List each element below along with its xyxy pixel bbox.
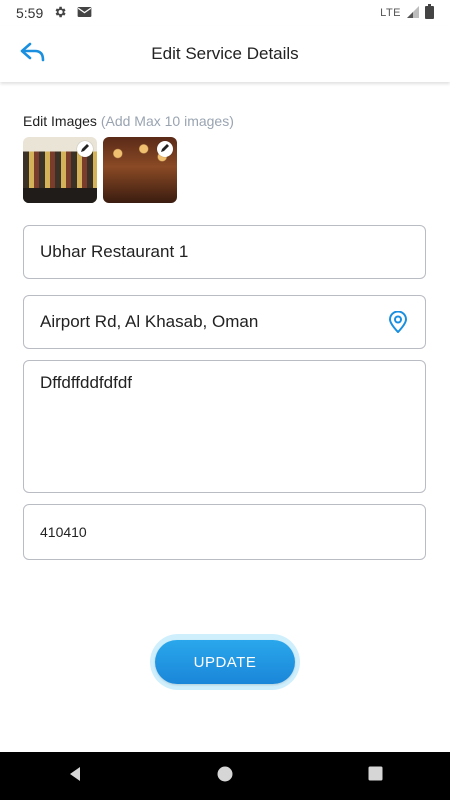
screen: 5:59 LTE Edit Service Details Edit Image… bbox=[0, 0, 450, 800]
nav-recents-button[interactable] bbox=[351, 756, 399, 796]
status-right: LTE bbox=[380, 4, 434, 22]
back-triangle-icon bbox=[67, 766, 83, 787]
back-arrow-icon bbox=[18, 41, 46, 68]
restaurant-image-2[interactable] bbox=[103, 137, 177, 203]
images-label-text: Edit Images bbox=[23, 113, 97, 129]
restaurant-image-1[interactable] bbox=[23, 137, 97, 203]
mail-icon bbox=[77, 5, 92, 21]
phone-value: 410410 bbox=[40, 524, 87, 540]
gear-icon bbox=[53, 5, 67, 22]
image-thumbnails bbox=[23, 137, 177, 203]
pencil-icon bbox=[160, 140, 170, 158]
app-bar: Edit Service Details bbox=[0, 26, 450, 82]
status-bar: 5:59 LTE bbox=[0, 0, 450, 26]
nav-back-button[interactable] bbox=[51, 756, 99, 796]
phone-field[interactable]: 410410 bbox=[23, 504, 426, 560]
edit-image-1-button[interactable] bbox=[77, 141, 93, 157]
location-pin-icon[interactable] bbox=[387, 311, 409, 333]
location-field[interactable]: Airport Rd, Al Khasab, Oman bbox=[23, 295, 426, 349]
service-name-field[interactable]: Ubhar Restaurant 1 bbox=[23, 225, 426, 279]
update-button-glow: UPDATE bbox=[150, 634, 300, 690]
signal-icon bbox=[406, 5, 420, 22]
page-title: Edit Service Details bbox=[151, 44, 299, 63]
pencil-icon bbox=[80, 140, 90, 158]
status-time: 5:59 bbox=[16, 5, 44, 21]
network-type: LTE bbox=[380, 7, 401, 19]
images-label: Edit Images (Add Max 10 images) bbox=[23, 113, 234, 129]
location-value: Airport Rd, Al Khasab, Oman bbox=[40, 312, 259, 331]
images-hint: (Add Max 10 images) bbox=[100, 113, 234, 129]
nav-home-button[interactable] bbox=[201, 756, 249, 796]
back-button[interactable] bbox=[14, 38, 50, 70]
service-name-value: Ubhar Restaurant 1 bbox=[40, 242, 189, 261]
navigation-bar bbox=[0, 752, 450, 800]
status-left: 5:59 bbox=[16, 5, 92, 22]
battery-icon bbox=[425, 4, 434, 22]
home-circle-icon bbox=[217, 766, 233, 787]
description-field[interactable]: Dffdffddfdfdf bbox=[23, 360, 426, 493]
edit-image-2-button[interactable] bbox=[157, 141, 173, 157]
recents-square-icon bbox=[368, 766, 383, 786]
description-value: Dffdffddfdfdf bbox=[40, 373, 132, 392]
update-button[interactable]: UPDATE bbox=[155, 640, 295, 684]
